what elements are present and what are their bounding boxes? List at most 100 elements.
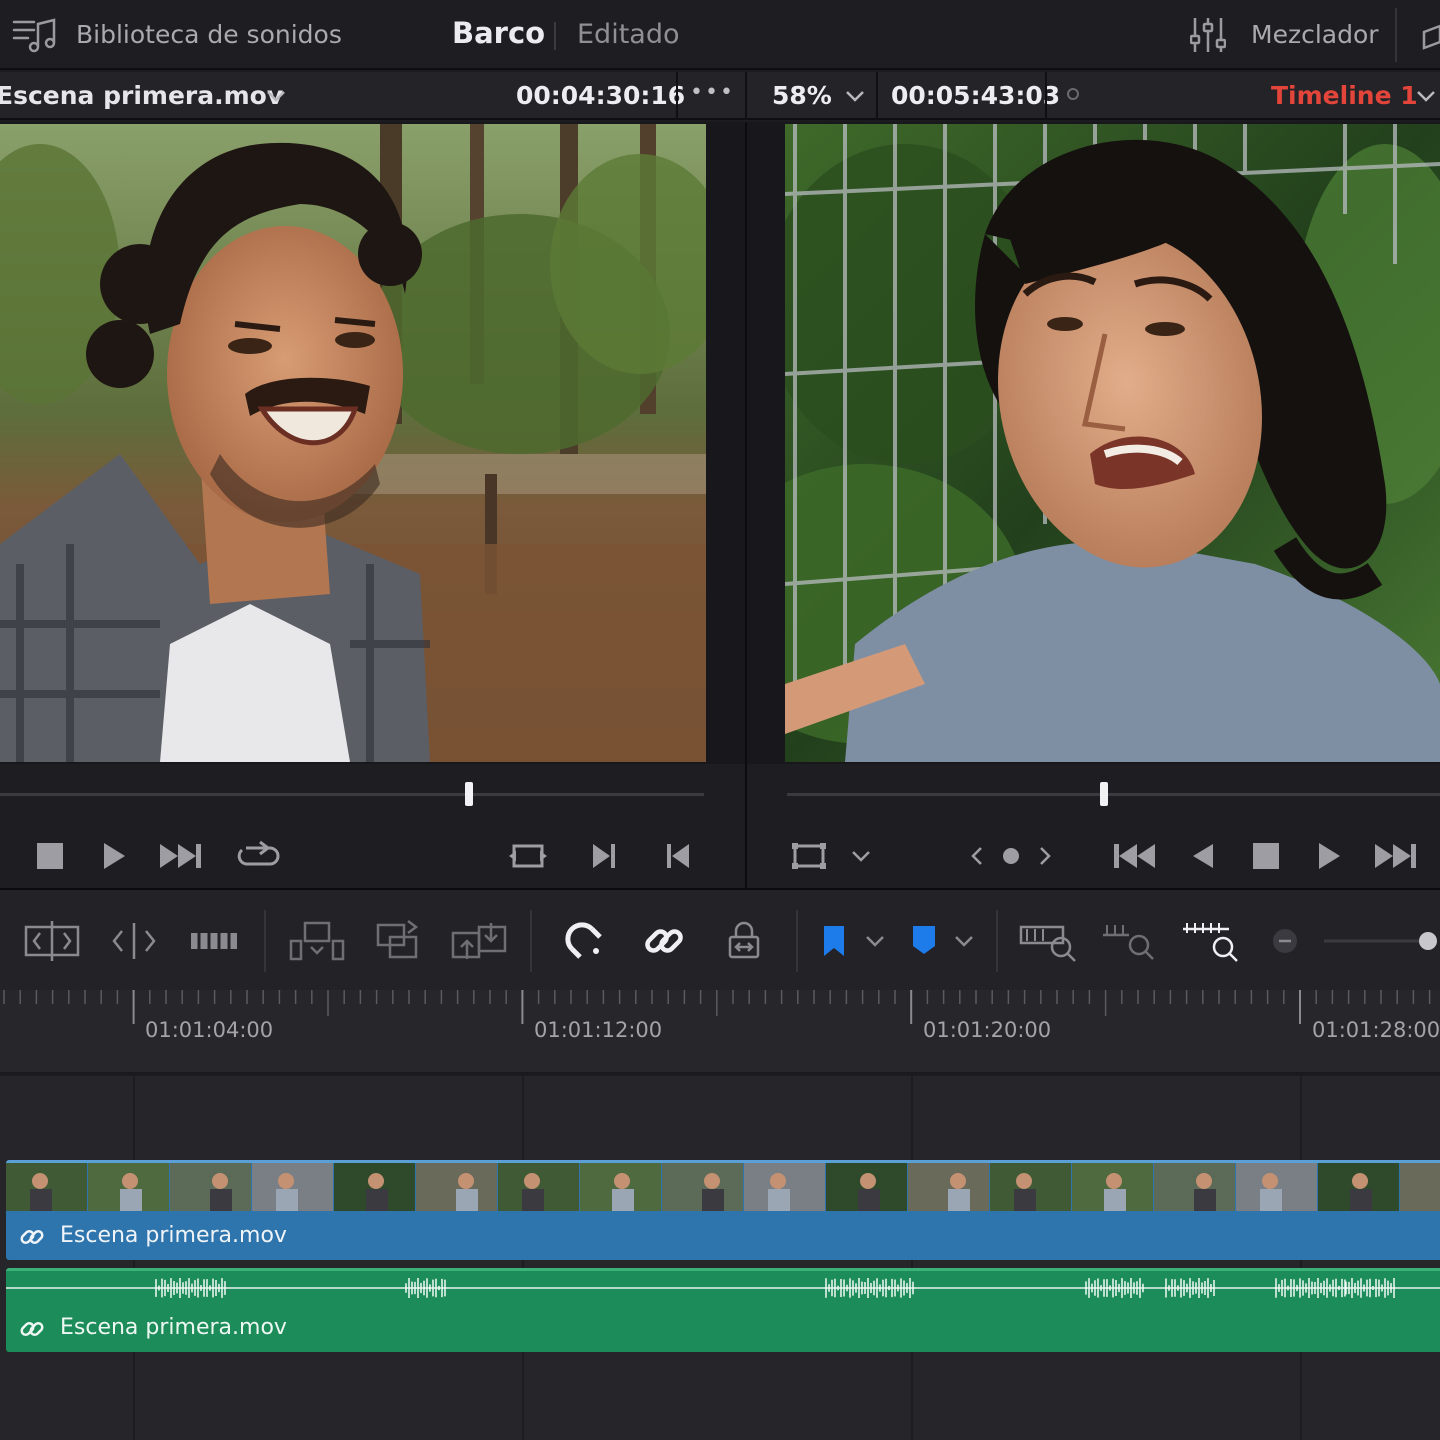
clip-thumbnail (990, 1163, 1071, 1211)
toolbar-divider (796, 910, 798, 972)
loop-icon (237, 840, 280, 866)
stop-button[interactable] (28, 834, 72, 878)
chevron-down-icon[interactable] (845, 89, 865, 103)
chevron-down-icon[interactable] (266, 89, 286, 103)
page-title: Barco (452, 16, 546, 50)
viewer-mode-button[interactable] (787, 834, 831, 878)
source-clip-name[interactable]: Escena primera.mov (0, 81, 283, 110)
trim-icon (24, 921, 80, 961)
fast-forward-icon (1375, 844, 1416, 868)
clip-thumbnail (908, 1163, 989, 1211)
play-button[interactable] (92, 834, 136, 878)
mark-out-button[interactable] (582, 834, 626, 878)
stop-icon (1253, 843, 1279, 869)
clip-thumbnail (580, 1163, 661, 1211)
audio-clip[interactable]: Escena primera.mov (6, 1268, 1440, 1352)
blade-icon (191, 933, 237, 949)
top-bar: Biblioteca de sonidos Barco Editado Mezc… (0, 0, 1440, 70)
audio-clip-name: Escena primera.mov (60, 1315, 287, 1340)
status-dot-icon (1067, 88, 1079, 100)
timeline-tracks[interactable]: Escena primera.mov Escena primera.mov (0, 1076, 1440, 1440)
timeline-ruler[interactable]: 01:01:04:00 01:01:12:00 01:01:20:00 01:0… (0, 990, 1440, 1074)
timeline-scrub-bar[interactable] (747, 764, 1440, 824)
ruler-timecode-label: 01:01:20:00 (923, 1018, 1052, 1042)
play-icon (1319, 843, 1340, 869)
zoom-level[interactable]: 58% (772, 81, 832, 110)
snapping-button[interactable] (558, 916, 610, 966)
timeline-scrub-track[interactable] (787, 793, 1440, 796)
skip-to-end-button[interactable] (158, 834, 202, 878)
flag-color-dropdown[interactable] (862, 916, 888, 966)
replace-clip-button[interactable] (448, 916, 510, 966)
header-divider (1045, 72, 1047, 120)
mixer-icon[interactable] (1190, 16, 1226, 54)
chevron-down-icon (866, 936, 884, 947)
trim-tool-button[interactable] (20, 916, 84, 966)
zoom-full-button[interactable] (1016, 916, 1080, 966)
source-timecode: 00:04:30:16 (516, 81, 686, 110)
header-divider (676, 72, 678, 120)
overwrite-clip-button[interactable] (370, 916, 426, 966)
zoom-detail-button[interactable] (1098, 916, 1160, 966)
clip-thumbnail (744, 1163, 825, 1211)
chevron-down-icon[interactable] (1416, 89, 1436, 103)
marker-button[interactable] (904, 916, 944, 966)
magnet-icon (565, 922, 602, 959)
chevron-down-icon (852, 851, 870, 862)
video-clip-thumbnails (6, 1163, 1440, 1211)
source-scrub-bar[interactable] (0, 764, 745, 824)
reverse-play-button[interactable] (1181, 834, 1225, 878)
zoom-out-button[interactable] (1270, 916, 1300, 966)
source-scrub-track[interactable] (0, 793, 704, 796)
sound-library-label[interactable]: Biblioteca de sonidos (76, 20, 342, 49)
blade-tool-button[interactable] (186, 916, 242, 966)
loop-button[interactable] (236, 834, 280, 878)
viewer-mode-dropdown[interactable] (839, 834, 883, 878)
clip-thumbnail (498, 1163, 579, 1211)
clip-thumbnail (826, 1163, 907, 1211)
lock-icon (728, 921, 760, 959)
clip-thumbnail (6, 1163, 87, 1211)
zoom-full-icon (1019, 925, 1076, 962)
metadata-icon[interactable] (1420, 22, 1440, 50)
zoom-custom-button[interactable] (1180, 916, 1242, 966)
timeline-transport-controls (747, 824, 1440, 888)
fast-forward-icon (160, 844, 201, 868)
source-viewer[interactable] (0, 122, 745, 764)
marker-icon (913, 926, 935, 954)
overwrite-icon (376, 920, 419, 959)
zoom-slider[interactable] (1322, 916, 1440, 966)
flag-button[interactable] (814, 916, 854, 966)
clip-thumbnail (1072, 1163, 1153, 1211)
linked-selection-button[interactable] (638, 916, 690, 966)
stop-button[interactable] (1244, 834, 1288, 878)
more-options-button[interactable]: ••• (690, 80, 735, 105)
source-video-frame[interactable] (0, 124, 706, 762)
insert-clip-button[interactable] (286, 916, 348, 966)
marker-color-dropdown[interactable] (951, 916, 977, 966)
position-lock-button[interactable] (718, 916, 770, 966)
mixer-label[interactable]: Mezclador (1251, 20, 1379, 49)
timeline-name[interactable]: Timeline 1 (1271, 81, 1418, 110)
jog-control[interactable] (965, 834, 1057, 878)
timeline-playhead-handle[interactable] (1100, 782, 1108, 806)
header-divider (876, 72, 878, 120)
edit-toolbar (0, 888, 1440, 990)
source-playhead-handle[interactable] (465, 782, 473, 806)
play-button[interactable] (1307, 834, 1351, 878)
mark-in-button[interactable] (656, 834, 700, 878)
video-clip[interactable]: Escena primera.mov (6, 1160, 1440, 1260)
dynamic-trim-button[interactable] (104, 916, 164, 966)
flag-icon (824, 926, 844, 956)
timeline-video-frame[interactable] (785, 124, 1440, 762)
clip-thumbnail (252, 1163, 333, 1211)
timeline-viewer[interactable] (747, 122, 1440, 764)
go-to-start-button[interactable] (1113, 834, 1157, 878)
match-frame-button[interactable] (506, 834, 550, 878)
sound-library-icon[interactable] (12, 16, 58, 54)
step-back-icon (667, 844, 689, 868)
match-frame-icon (509, 844, 547, 868)
go-to-end-button[interactable] (1373, 834, 1417, 878)
rewind-icon (1114, 844, 1155, 868)
minus-icon (1273, 929, 1297, 953)
